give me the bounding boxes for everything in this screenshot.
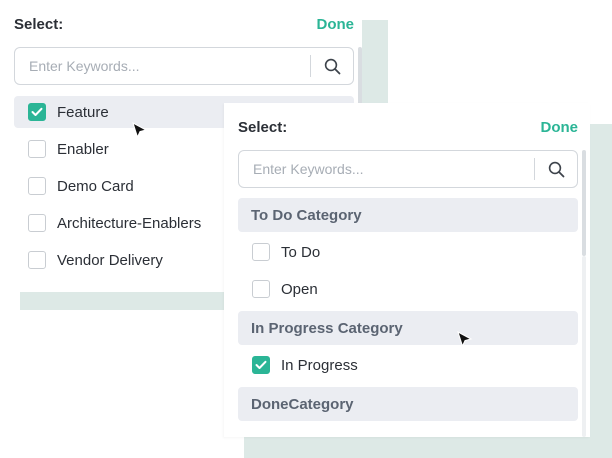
- mouse-cursor-icon: [132, 122, 148, 139]
- done-button[interactable]: Done: [541, 119, 579, 136]
- checkbox[interactable]: [28, 103, 46, 121]
- item-label: To Do: [281, 243, 321, 261]
- item-label: Vendor Delivery: [57, 251, 163, 269]
- scrollbar[interactable]: [358, 47, 362, 111]
- list-item-architecture-enablers[interactable]: Architecture-Enablers: [14, 207, 201, 239]
- list-item-demo-card[interactable]: Demo Card: [14, 170, 134, 202]
- search-icon[interactable]: [311, 48, 353, 84]
- category-header-to-do: To Do Category: [238, 198, 578, 232]
- search-input[interactable]: [239, 151, 534, 187]
- search-input[interactable]: [15, 48, 310, 84]
- item-label: Architecture-Enablers: [57, 214, 202, 232]
- check-icon: [31, 107, 43, 116]
- checkbox[interactable]: [252, 280, 270, 298]
- checkbox[interactable]: [28, 214, 46, 232]
- scrollbar[interactable]: [582, 150, 586, 256]
- item-label: Open: [281, 280, 318, 298]
- done-button[interactable]: Done: [317, 16, 355, 33]
- dropdown-header: Select: Done: [14, 14, 354, 34]
- search-icon[interactable]: [535, 151, 577, 187]
- item-label: In Progress: [281, 356, 358, 374]
- category-header-done: DoneCategory: [238, 387, 578, 421]
- scrollbar-track[interactable]: [582, 256, 586, 437]
- category-header-in-progress: In Progress Category: [238, 311, 578, 345]
- dropdown-title: Select:: [14, 15, 64, 33]
- item-label: Enabler: [57, 140, 109, 158]
- checkbox[interactable]: [252, 356, 270, 374]
- search-field: [14, 47, 354, 85]
- item-label: Demo Card: [57, 177, 134, 195]
- checkbox[interactable]: [28, 140, 46, 158]
- status-select-dropdown: Select: Done To Do Category To Do Open I…: [224, 103, 590, 437]
- checkbox[interactable]: [28, 251, 46, 269]
- list-item-vendor-delivery[interactable]: Vendor Delivery: [14, 244, 163, 276]
- checkbox[interactable]: [28, 177, 46, 195]
- item-label: Feature: [57, 103, 109, 121]
- list-item-enabler[interactable]: Enabler: [14, 133, 109, 165]
- checkbox[interactable]: [252, 243, 270, 261]
- dropdown-title: Select:: [238, 118, 288, 136]
- dropdown-header: Select: Done: [238, 117, 578, 137]
- mouse-cursor-icon: [457, 331, 473, 348]
- check-icon: [255, 360, 267, 369]
- list-item-in-progress[interactable]: In Progress: [238, 349, 358, 381]
- search-field: [238, 150, 578, 188]
- list-item-to-do[interactable]: To Do: [238, 236, 320, 268]
- list-item-open[interactable]: Open: [238, 273, 318, 305]
